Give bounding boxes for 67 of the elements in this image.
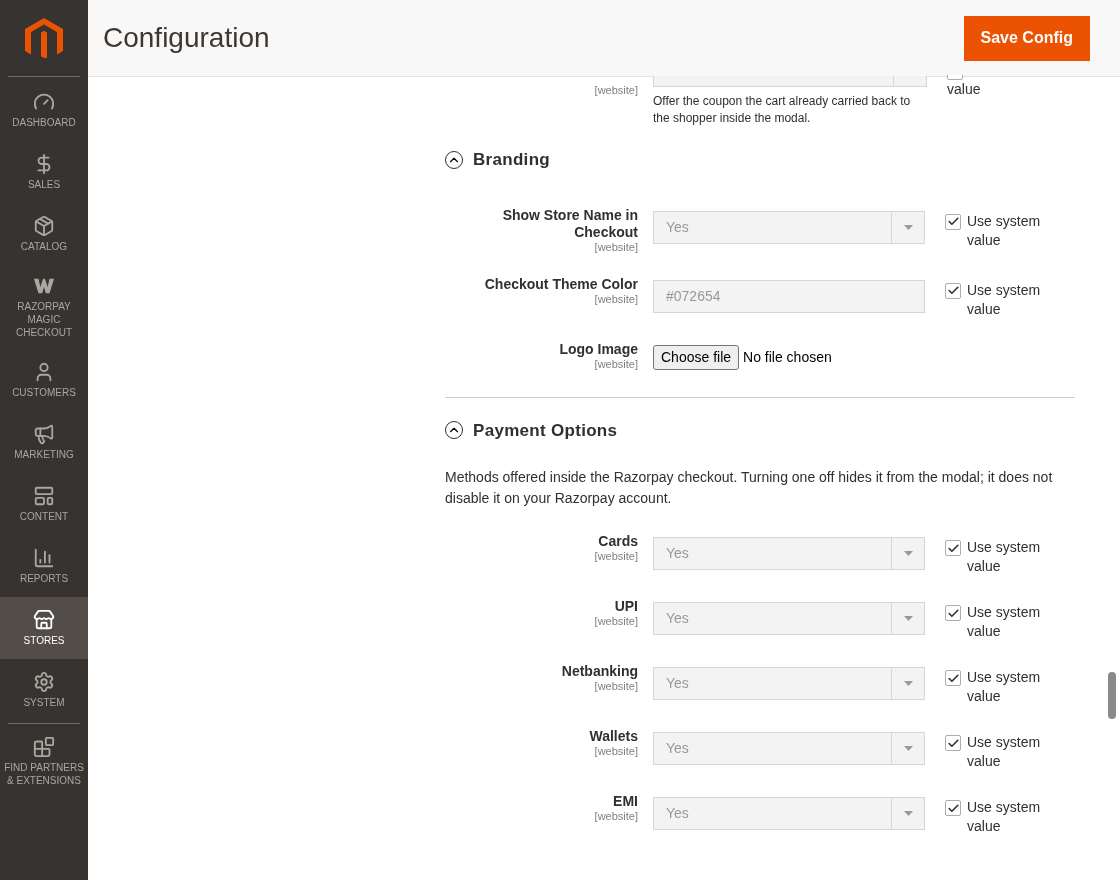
scope-label: [website]: [594, 615, 638, 628]
megaphone-icon: [33, 423, 55, 445]
use-system-value-label: Use system value: [967, 538, 1042, 576]
use-system-value-label: Use system value: [967, 668, 1042, 706]
sidebar-item[interactable]: CATALOG: [0, 203, 88, 265]
settings-icon: [33, 671, 55, 693]
scope-label: [website]: [594, 680, 638, 693]
field-label: Wallets: [589, 728, 638, 745]
use-system-value-label: Use system value: [967, 733, 1042, 771]
sidebar-item[interactable]: RAZORPAY MAGIC CHECKOUT: [0, 265, 88, 349]
scope-label: [website]: [594, 240, 638, 254]
dropdown-caret-icon: [903, 681, 913, 686]
sidebar-item[interactable]: REPORTS: [0, 535, 88, 597]
page-title: Configuration: [103, 21, 270, 55]
section-toggle[interactable]: Branding: [445, 147, 1075, 173]
dropdown-caret-icon: [903, 616, 913, 621]
bar-chart-icon: [33, 547, 55, 569]
field-note: Offer the coupon the cart already carried back to the shopper inside the modal.: [653, 93, 912, 127]
scope-label: [website]: [594, 84, 638, 96]
choose-file-button[interactable]: Choose file: [653, 344, 740, 370]
save-config-button[interactable]: Save Config: [963, 15, 1090, 61]
logo-icon: [25, 18, 63, 58]
use-system-value-label: Use system value: [967, 798, 1042, 836]
field-label: Cards: [598, 533, 638, 550]
field-label: UPI: [614, 598, 638, 615]
checkbox[interactable]: [945, 540, 961, 556]
use-system-value-label: Use system value: [967, 603, 1042, 641]
scope-label: [website]: [594, 810, 638, 823]
blocks-icon: [33, 736, 55, 758]
scope-label: [website]: [594, 292, 638, 306]
sidebar-item[interactable]: MARKETING: [0, 411, 88, 473]
sidebar-item[interactable]: FIND PARTNERS & EXTENSIONS: [0, 726, 88, 797]
scope-label: [website]: [594, 550, 638, 563]
sidebar-item[interactable]: CUSTOMERS: [0, 349, 88, 411]
field-label: Checkout Theme Color: [484, 275, 638, 293]
box-icon: [33, 215, 55, 237]
sidebar-item[interactable]: STORES: [0, 597, 88, 659]
sidebar-item[interactable]: CONTENT: [0, 473, 88, 535]
checkbox[interactable]: [945, 800, 961, 816]
dropdown-caret-icon: [903, 224, 913, 230]
dropdown-caret-icon: [903, 811, 913, 816]
section-toggle[interactable]: Payment Options: [445, 417, 1075, 443]
use-system-value-label: Use system value: [967, 280, 1042, 319]
checkbox[interactable]: [945, 605, 961, 621]
use-system-value-label: value: [947, 80, 982, 99]
file-status: No file chosen: [743, 347, 832, 367]
select-field[interactable]: [653, 76, 927, 87]
layout-icon: [33, 485, 55, 507]
field-label: Netbanking: [561, 663, 638, 680]
sidebar-item[interactable]: SALES: [0, 141, 88, 203]
scope-label: [website]: [594, 745, 638, 758]
sidebar-item[interactable]: DASHBOARD: [0, 79, 88, 141]
scope-label: [website]: [594, 357, 638, 371]
field-label: Show Store Name in Checkout: [501, 206, 638, 241]
dropdown-caret-icon: [903, 551, 913, 556]
store-icon: [33, 609, 55, 631]
checkbox[interactable]: [945, 670, 961, 686]
checkbox[interactable]: [945, 213, 961, 230]
sidebar-item[interactable]: SYSTEM: [0, 659, 88, 721]
checkbox[interactable]: [945, 735, 961, 751]
field-label: Logo Image: [559, 340, 638, 358]
checkbox[interactable]: [945, 282, 961, 299]
section-description: Methods offered inside the Razorpay checkout. Turning one off hides it from the modal; it does not disable it on your Razorpay account.: [445, 468, 1054, 508]
field-label: EMI: [613, 793, 638, 810]
use-system-value-label: Use system value: [967, 211, 1042, 250]
dropdown-caret-icon: [903, 746, 913, 751]
scrollbar-thumb[interactable]: [1108, 672, 1116, 719]
